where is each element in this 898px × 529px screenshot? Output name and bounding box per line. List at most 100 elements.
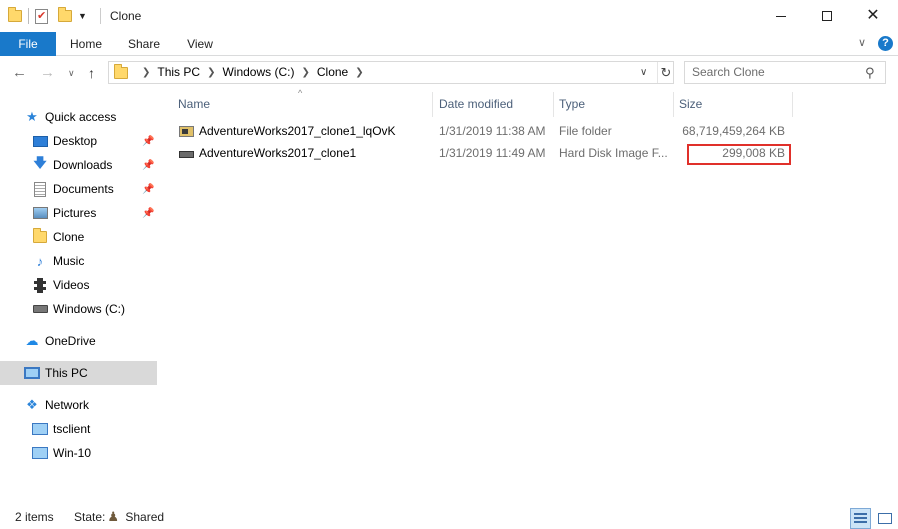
table-row[interactable]: AdventureWorks2017_clone1_lqOvK 1/31/201… xyxy=(173,120,793,142)
sidebar-item-label: Documents xyxy=(53,182,114,196)
details-view-icon xyxy=(854,513,867,524)
computer-icon xyxy=(32,447,48,459)
recent-locations-chevron-icon[interactable]: ∨ xyxy=(68,62,75,84)
sidebar-item-downloads[interactable]: 🡇 Downloads 📌 xyxy=(32,153,157,177)
sidebar-item-win-10[interactable]: Win-10 xyxy=(32,441,157,465)
minimize-button[interactable] xyxy=(758,0,804,32)
breadcrumb-separator-icon[interactable]: ❯ xyxy=(355,62,363,83)
forward-arrow-icon[interactable]: → xyxy=(40,62,55,84)
shared-users-icon: ♟ xyxy=(107,509,120,524)
back-arrow-icon[interactable]: ← xyxy=(12,62,27,84)
toolbar-separator xyxy=(28,8,29,24)
sidebar-item-desktop[interactable]: Desktop 📌 xyxy=(32,129,157,153)
breadcrumb-clone[interactable]: Clone xyxy=(317,62,348,83)
title-bar: ▼ Clone ✕ xyxy=(0,0,898,32)
file-date: 1/31/2019 11:38 AM xyxy=(439,124,546,138)
sidebar-item-label: Pictures xyxy=(53,206,97,220)
state-value: Shared xyxy=(125,510,165,524)
breadcrumb-separator-icon[interactable]: ❯ xyxy=(207,62,215,83)
pictures-icon xyxy=(32,207,48,219)
details-view-button[interactable] xyxy=(850,508,871,529)
status-bar: 2 items State: ♟ Shared xyxy=(0,505,898,529)
breadcrumb-separator-icon[interactable]: ❯ xyxy=(142,62,150,83)
close-button[interactable]: ✕ xyxy=(850,0,896,32)
sidebar-item-videos[interactable]: Videos xyxy=(32,273,157,297)
document-icon xyxy=(34,181,46,197)
pin-icon[interactable]: 📌 xyxy=(142,184,154,195)
state-label: State: xyxy=(74,510,106,524)
file-type: File folder xyxy=(559,124,612,138)
title-separator xyxy=(100,8,101,24)
column-header-date-modified[interactable]: Date modified xyxy=(434,92,554,117)
quick-access-toolbar: ▼ xyxy=(8,6,87,26)
large-icons-view-icon xyxy=(877,513,892,524)
folder-icon[interactable] xyxy=(8,7,22,22)
network-icon: ❖ xyxy=(26,397,38,412)
search-placeholder: Search Clone xyxy=(692,65,765,79)
download-arrow-icon: 🡇 xyxy=(33,155,47,170)
breadcrumb-separator-icon[interactable]: ❯ xyxy=(301,62,309,83)
sidebar-item-quick-access[interactable]: ★ Quick access xyxy=(24,105,157,129)
sidebar-item-label: tsclient xyxy=(53,422,91,436)
expand-ribbon-chevron-icon[interactable]: ∨ xyxy=(858,36,866,49)
minimize-icon xyxy=(776,15,786,17)
pin-icon[interactable]: 📌 xyxy=(142,160,154,171)
cloud-icon: ☁ xyxy=(25,333,39,348)
folder-icon xyxy=(179,125,194,137)
refresh-icon[interactable]: ↻ xyxy=(657,62,674,83)
address-bar[interactable]: ❯ This PC ❯ Windows (C:) ❯ Clone ❯ ∨ ↻ xyxy=(108,61,674,84)
tab-share[interactable]: Share xyxy=(120,32,168,56)
column-header-name[interactable]: Name xyxy=(173,92,433,117)
item-count: 2 items xyxy=(15,510,54,524)
help-icon[interactable]: ? xyxy=(878,36,893,51)
sidebar-item-music[interactable]: ♪ Music xyxy=(32,249,157,273)
tab-view[interactable]: View xyxy=(178,32,222,56)
breadcrumb-this-pc[interactable]: This PC xyxy=(157,62,200,83)
window-title: Clone xyxy=(110,9,142,23)
sidebar-item-clone[interactable]: Clone xyxy=(32,225,157,249)
ribbon: File Home Share View ∨ ? xyxy=(0,32,898,56)
sidebar-item-label: Win-10 xyxy=(53,446,92,460)
sidebar-item-onedrive[interactable]: ☁ OneDrive xyxy=(24,329,157,353)
breadcrumb-windows-c[interactable]: Windows (C:) xyxy=(222,62,294,83)
sidebar-item-label: Downloads xyxy=(53,158,113,172)
properties-icon[interactable] xyxy=(35,8,48,24)
sidebar-item-label: Desktop xyxy=(53,134,98,148)
pin-icon[interactable]: 📌 xyxy=(142,136,154,147)
computer-icon xyxy=(24,367,40,379)
large-icons-view-button[interactable] xyxy=(874,508,895,529)
sidebar-item-this-pc[interactable]: This PC xyxy=(0,361,157,385)
search-icon[interactable]: ⚲ xyxy=(865,65,875,81)
pin-icon[interactable]: 📌 xyxy=(142,208,154,219)
computer-icon xyxy=(32,423,48,435)
sidebar-item-documents[interactable]: Documents 📌 xyxy=(32,177,157,201)
maximize-button[interactable] xyxy=(804,0,850,32)
file-type: Hard Disk Image F... xyxy=(559,146,668,160)
disk-image-icon xyxy=(179,150,194,158)
sidebar-item-pictures[interactable]: Pictures 📌 xyxy=(32,201,157,225)
file-date: 1/31/2019 11:49 AM xyxy=(439,146,546,160)
close-icon: ✕ xyxy=(866,7,880,24)
sidebar-item-tsclient[interactable]: tsclient xyxy=(32,417,157,441)
search-input[interactable]: Search Clone ⚲ xyxy=(684,61,886,84)
desktop-icon xyxy=(32,135,48,147)
column-header-type[interactable]: Type xyxy=(554,92,674,117)
column-header-size[interactable]: Size xyxy=(674,92,793,117)
address-dropdown-icon[interactable]: ∨ xyxy=(640,62,647,83)
breadcrumb: ❯ This PC ❯ Windows (C:) ❯ Clone ❯ xyxy=(135,62,371,83)
new-folder-icon[interactable] xyxy=(58,7,72,22)
sidebar-item-label: Music xyxy=(53,254,85,268)
sidebar-item-label: Quick access xyxy=(45,110,117,124)
up-arrow-icon[interactable]: ↑ xyxy=(88,62,95,84)
tab-home[interactable]: Home xyxy=(62,32,110,56)
sidebar-item-network[interactable]: ❖ Network xyxy=(24,393,157,417)
sidebar-item-label: This PC xyxy=(45,366,88,380)
customize-toolbar-arrow-icon[interactable]: ▼ xyxy=(78,11,87,21)
file-size: 68,719,459,264 KB xyxy=(682,124,785,138)
sidebar-item-windows-c[interactable]: Windows (C:) xyxy=(32,297,157,321)
navigation-pane: ★ Quick access Desktop 📌 🡇 Downloads 📌 D… xyxy=(0,92,160,502)
file-name: AdventureWorks2017_clone1 xyxy=(199,146,357,160)
sidebar-item-label: Clone xyxy=(53,230,85,244)
file-list: ^ Name Date modified Type Size Adventure… xyxy=(160,88,898,502)
tab-file[interactable]: File xyxy=(0,32,56,56)
